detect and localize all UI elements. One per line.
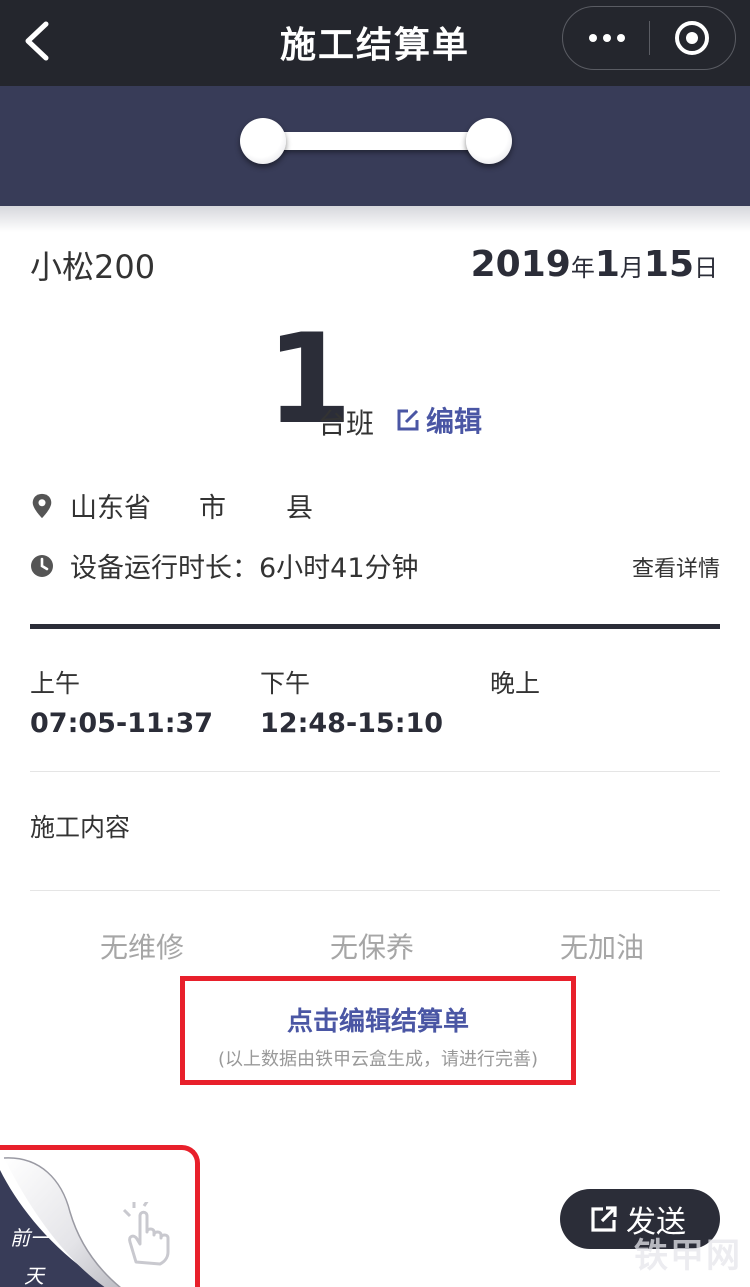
close-target-icon[interactable] xyxy=(675,21,709,55)
period-time: 12:48-15:10 xyxy=(260,708,444,739)
province: 山东省 xyxy=(70,493,151,524)
edit-settlement-hint: (以上数据由铁甲云盒生成，请进行完善) xyxy=(217,1049,539,1070)
binder-clip-right-knob xyxy=(466,118,512,164)
equipment-model: 小松200 xyxy=(30,248,156,286)
edit-icon xyxy=(397,409,419,431)
binder-clip-left-knob xyxy=(240,118,286,164)
period-evening: 晚上 xyxy=(490,664,540,708)
edit-settlement-title: 点击编辑结算单 xyxy=(286,1007,469,1037)
section-divider xyxy=(30,624,720,629)
view-details-link[interactable]: 查看详情 xyxy=(632,551,720,583)
period-afternoon: 下午 12:48-15:10 xyxy=(260,664,443,739)
more-dots-icon[interactable] xyxy=(587,26,627,50)
binder-clip-bar xyxy=(252,132,500,150)
period-label: 晚上 xyxy=(490,669,541,698)
edit-label: 编辑 xyxy=(426,405,483,438)
edit-shift-button[interactable]: 编辑 xyxy=(396,400,482,440)
city: 市 xyxy=(199,493,226,524)
band-shadow xyxy=(0,206,750,232)
period-time: 07:05-11:37 xyxy=(30,708,214,739)
clock-icon xyxy=(31,554,53,577)
runtime-text: 设备运行时长：6小时41分钟 xyxy=(70,553,419,584)
period-label: 上午 xyxy=(30,669,81,698)
watermark: 铁甲网 xyxy=(634,1236,742,1276)
location-pin-icon xyxy=(32,493,52,518)
edit-settlement-button[interactable]: 点击编辑结算单 (以上数据由铁甲云盒生成，请进行完善) xyxy=(180,976,576,1085)
previous-day-text-2: 天 xyxy=(24,1264,44,1287)
status-no-maintenance: 无保养 xyxy=(330,931,415,964)
runtime-row: 设备运行时长：6小时41分钟 xyxy=(30,546,419,585)
tap-hand-icon xyxy=(122,1202,170,1266)
mini-program-capsule xyxy=(562,6,736,70)
previous-day-text-1: 前一 xyxy=(10,1226,50,1250)
previous-day-page-curl[interactable]: 前一 天 xyxy=(0,1145,200,1287)
status-no-repair: 无维修 xyxy=(100,931,185,964)
shift-unit: 台班 xyxy=(318,407,375,440)
share-icon xyxy=(591,1206,617,1232)
settlement-date: 2019年1月15日 xyxy=(470,244,718,285)
county: 县 xyxy=(286,493,313,524)
divider xyxy=(30,890,720,891)
location-row: 山东省 市 县 xyxy=(30,486,313,525)
period-label: 下午 xyxy=(260,669,311,698)
period-morning: 上午 07:05-11:37 xyxy=(30,664,213,739)
status-no-refuel: 无加油 xyxy=(560,931,645,964)
capsule-divider xyxy=(649,21,650,55)
divider xyxy=(30,771,720,772)
construction-content-label: 施工内容 xyxy=(30,813,131,842)
navigation-bar: 施工结算单 xyxy=(0,0,750,86)
